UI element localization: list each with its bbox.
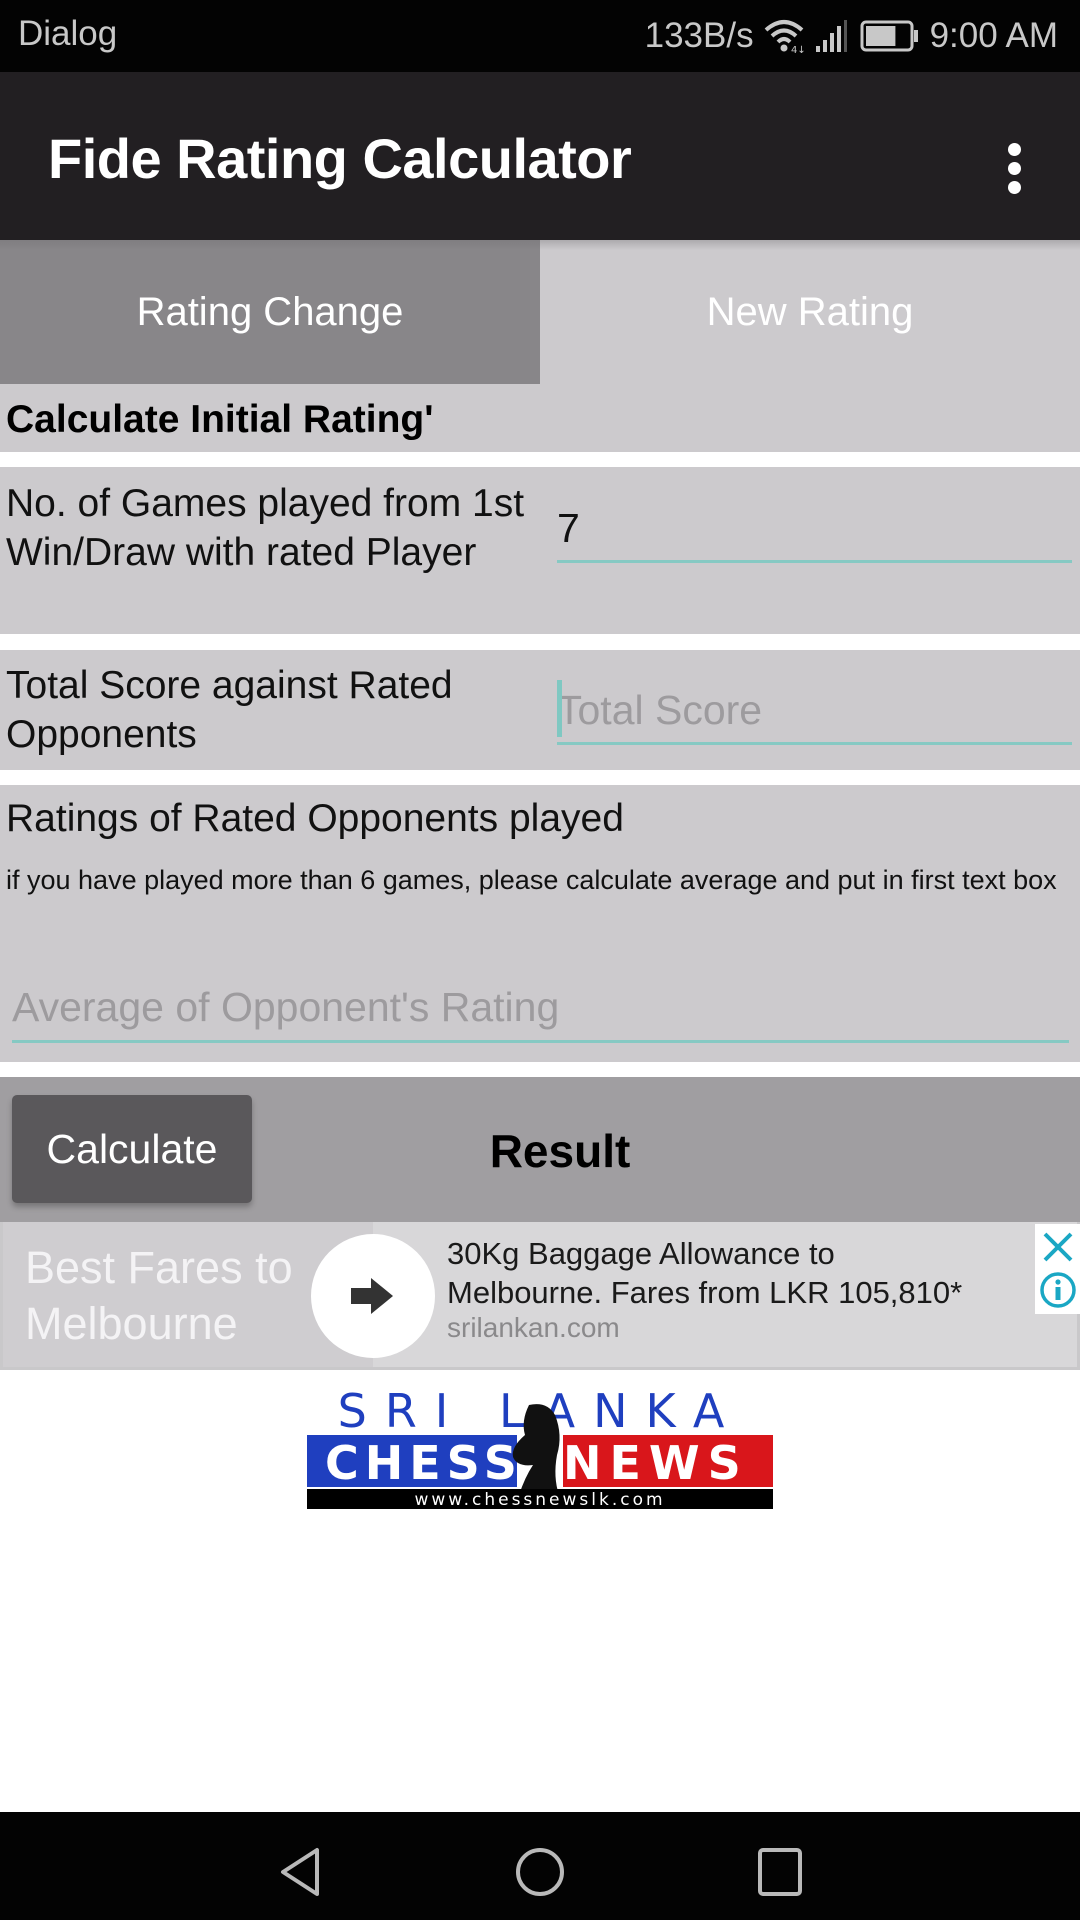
more-vert-icon[interactable] (990, 128, 1038, 208)
ad-controls (1035, 1224, 1080, 1314)
network-speed: 133B/s (644, 16, 754, 55)
opponent-ratings-row: Ratings of Rated Opponents played if you… (0, 785, 1080, 1062)
logo-word-right: NEWS (563, 1436, 749, 1490)
result-bar: Calculate Result (0, 1077, 1080, 1222)
arrow-right-icon (351, 1278, 393, 1314)
opponent-ratings-label: Ratings of Rated Opponents played (6, 797, 624, 840)
total-score-label: Total Score against Rated Opponents (6, 664, 453, 756)
ad-body: 30Kg Baggage Allowance to Melbourne. Far… (447, 1236, 963, 1310)
form-heading-section: Calculate Initial Rating' (0, 384, 1080, 452)
home-icon (516, 1848, 564, 1896)
signal-icon (814, 18, 850, 54)
opponent-ratings-note: if you have played more than 6 games, pl… (6, 865, 1057, 895)
tab-bar: Rating Change New Rating (0, 240, 1080, 384)
total-score-row: Total Score against Rated Opponents (0, 650, 1080, 770)
games-played-row: No. of Games played from 1st Win/Draw wi… (0, 467, 1080, 634)
logo-word-left: CHESS (325, 1436, 523, 1490)
clock: 9:00 AM (929, 16, 1058, 55)
svg-text:4↓: 4↓ (791, 45, 804, 54)
chess-news-logo[interactable]: SRI LANKA CHESS NEWS www.chessnewslk.com (307, 1385, 773, 1509)
ad-arrow-button[interactable] (311, 1234, 435, 1358)
home-button[interactable] (510, 1842, 570, 1902)
app-bar-shadow (0, 240, 1080, 250)
status-bar: Dialog 133B/s 4↓ 9:00 AM (0, 0, 1080, 72)
status-icons: 133B/s 4↓ 9:00 AM (645, 14, 1058, 58)
games-played-input[interactable] (557, 497, 1072, 563)
average-rating-input[interactable] (12, 975, 1069, 1043)
logo-url: www.chessnewslk.com (414, 1490, 665, 1509)
navigation-bar (0, 1812, 1080, 1920)
result-label: Result (489, 1125, 631, 1177)
ad-banner[interactable]: Best Fares to Melbourne 30Kg Baggage All… (0, 1222, 1080, 1370)
wifi-icon: 4↓ (764, 18, 804, 54)
recents-icon (758, 1848, 802, 1896)
total-score-input[interactable] (557, 679, 1072, 745)
form-heading: Calculate Initial Rating' (6, 398, 434, 441)
text-cursor (557, 680, 562, 737)
close-icon[interactable] (1035, 1224, 1080, 1268)
calculate-button[interactable]: Calculate (12, 1095, 252, 1203)
ad-domain: srilankan.com (447, 1312, 620, 1343)
info-icon[interactable] (1035, 1268, 1080, 1312)
recents-button[interactable] (750, 1842, 810, 1902)
app-bar: Fide Rating Calculator (0, 72, 1080, 240)
back-button[interactable] (270, 1842, 330, 1902)
games-played-label: No. of Games played from 1st Win/Draw wi… (6, 482, 525, 574)
tab-new-rating[interactable]: New Rating (540, 240, 1080, 384)
back-icon (281, 1848, 319, 1896)
battery-icon (860, 20, 920, 52)
carrier-label: Dialog (18, 14, 118, 53)
app-title: Fide Rating Calculator (48, 127, 632, 190)
tab-rating-change[interactable]: Rating Change (0, 240, 540, 384)
